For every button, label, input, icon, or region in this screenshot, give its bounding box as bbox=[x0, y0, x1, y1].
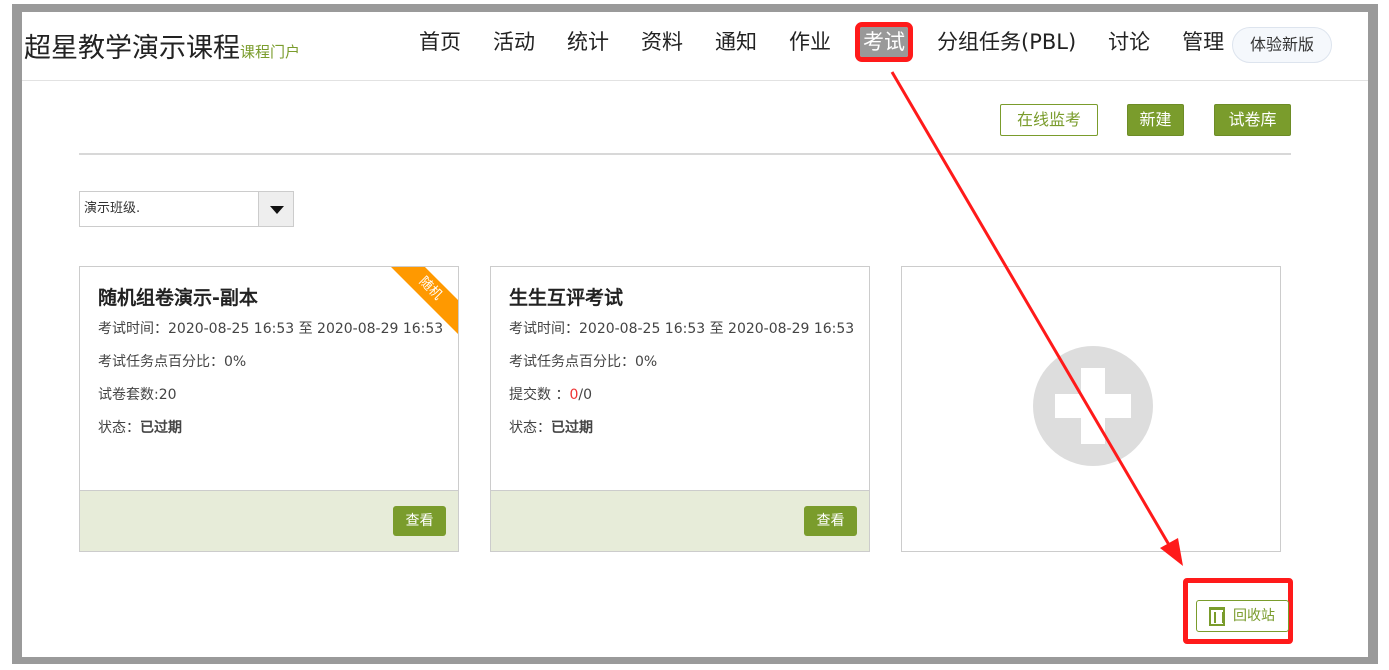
annotation-arrow bbox=[890, 71, 1183, 566]
